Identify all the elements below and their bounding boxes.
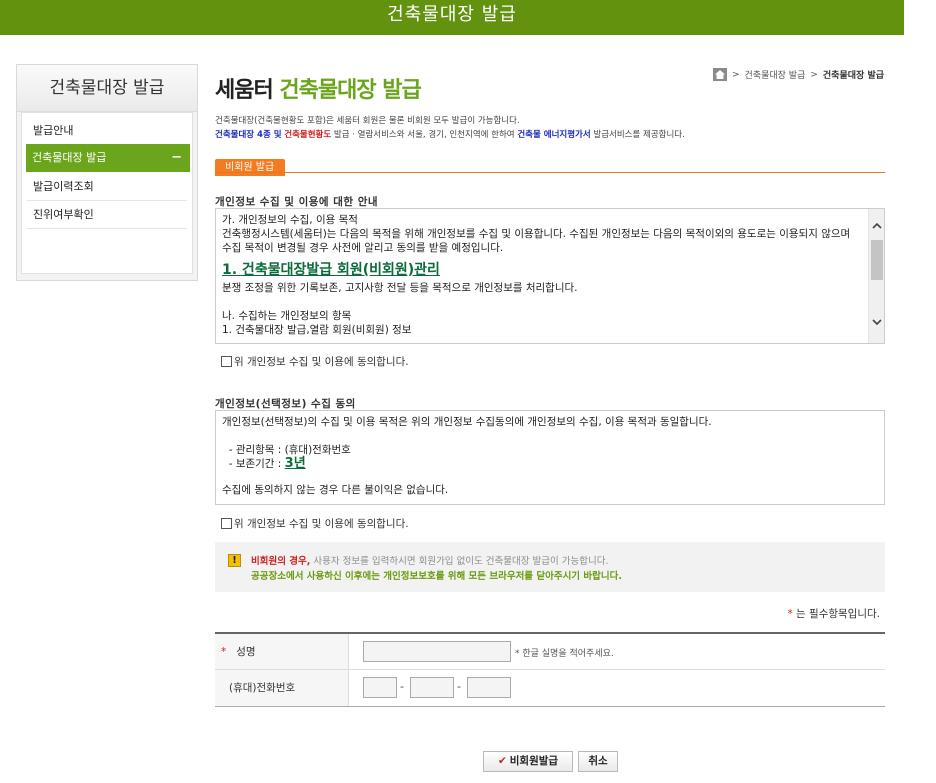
sidebar-item-authenticity[interactable]: 진위여부확인 (27, 201, 187, 229)
privacy-terms-heading: 1. 건축물대장발급 회원(비회원)관리 (222, 262, 440, 278)
notice-line2: 공공장소에서 사용하신 이후에는 개인정보보호를 위해 모든 브라우저를 닫아주… (251, 571, 622, 582)
sidebar-item-issue-history[interactable]: 발급이력조회 (27, 173, 187, 201)
notice-text: 사용자 정보를 입력하시면 회원가입 없이도 건축물대장 발급이 가능합니다. (313, 556, 609, 567)
sidebar: 건축물대장 발급 발급안내 건축물대장 발급 − 발급이력조회 진위여부확인 (16, 64, 198, 281)
tab-divider (215, 172, 885, 173)
breadcrumb-item[interactable]: 건축물대장 발급 (745, 68, 806, 81)
optional-agree-checkbox[interactable] (221, 518, 232, 529)
privacy-terms-text: 가. 개인정보의 수집, 이용 목적 건축행정시스템(세움터)는 다음의 목적을… (222, 214, 851, 254)
required-note-text: 는 필수항목입니다. (796, 608, 880, 620)
breadcrumb-separator: > (731, 69, 740, 80)
phone-input-3[interactable] (467, 677, 511, 698)
breadcrumb-current: 건축물대장 발급 (822, 71, 884, 81)
sidebar-item-label: 발급이력조회 (33, 180, 94, 193)
sidebar-item-label: 건축물대장 발급 (32, 151, 107, 164)
retention-value: 3년 (284, 456, 306, 471)
notice-highlight: 비회원의 경우, (251, 556, 311, 567)
name-hint: * 한글 실명을 적어주세요. (515, 649, 614, 659)
breadcrumb-separator: > (810, 69, 818, 80)
chevron-up-icon[interactable] (869, 219, 884, 235)
user-info-form: * 성명 * 한글 실명을 적어주세요. (휴대)전화번호 - - (215, 632, 885, 707)
desc-highlight: 건축물현황도 (284, 130, 332, 140)
name-input[interactable] (363, 641, 511, 662)
cancel-button[interactable]: 취소 (578, 751, 618, 772)
cancel-label: 취소 (588, 755, 608, 767)
privacy-terms-box[interactable]: 가. 개인정보의 수집, 이용 목적 건축행정시스템(세움터)는 다음의 목적을… (215, 208, 885, 344)
warning-icon: ! (228, 554, 241, 567)
required-star: * (221, 646, 227, 658)
optional-terms-item: - 관리항목 : (휴대)전화번호 (222, 444, 351, 456)
sidebar-title: 건축물대장 발급 (17, 65, 197, 112)
check-icon: ✔ (497, 755, 507, 767)
non-member-issue-button[interactable]: ✔ 비회원발급 (483, 751, 573, 772)
optional-terms-box[interactable]: 개인정보(선택정보)의 수집 및 이용 목적은 위의 개인정보 수집동의에 개인… (215, 410, 885, 505)
sidebar-item-label: 발급안내 (33, 124, 74, 137)
scrollbar-thumb[interactable] (871, 240, 883, 280)
form-row-phone: (휴대)전화번호 - - (215, 670, 885, 706)
phone-label: (휴대)전화번호 (215, 670, 349, 706)
minus-icon: − (171, 150, 182, 165)
optional-agree-label: 위 개인정보 수집 및 이용에 동의합니다. (234, 518, 409, 530)
page-title-prefix: 세움터 (215, 78, 274, 103)
privacy-terms-text: 분쟁 조정을 위한 기록보존, 고지사항 전달 등을 목적으로 개인정보를 처리… (222, 282, 578, 336)
phone-input-2[interactable] (410, 677, 454, 698)
desc-highlight: 건축물대장 4종 및 (215, 130, 282, 140)
optional-agree[interactable]: 위 개인정보 수집 및 이용에 동의합니다. (221, 516, 409, 531)
desc-highlight: 건축물 에너지평가서 (517, 130, 591, 140)
notice-box: ! 비회원의 경우, 사용자 정보를 입력하시면 회원가입 없이도 건축물대장 … (215, 542, 885, 592)
optional-terms-text: 수집에 동의하지 않는 경우 다른 불이익은 없습니다. (222, 484, 449, 496)
privacy-agree-label: 위 개인정보 수집 및 이용에 동의합니다. (234, 356, 409, 368)
home-icon[interactable] (712, 68, 727, 81)
sidebar-item-register-issue[interactable]: 건축물대장 발급 − (26, 144, 190, 172)
notice-line1: 비회원의 경우, 사용자 정보를 입력하시면 회원가입 없이도 건축물대장 발급… (251, 553, 609, 567)
top-banner-title: 건축물대장 발급 (387, 4, 517, 25)
privacy-section-title: 개인정보 수집 및 이용에 대한 안내 (215, 196, 379, 208)
phone-dash: - (400, 680, 404, 693)
privacy-agree-checkbox[interactable] (221, 356, 232, 367)
sidebar-item-issue-guide[interactable]: 발급안내 (27, 117, 187, 145)
scrollbar[interactable] (868, 209, 884, 343)
page-title-accent: 건축물대장 발급 (279, 78, 421, 103)
name-label: * 성명 (215, 634, 349, 669)
optional-terms-item: - 보존기간 : 3년 (222, 457, 878, 471)
form-row-name: * 성명 * 한글 실명을 적어주세요. (215, 634, 885, 670)
phone-dash: - (457, 680, 461, 693)
chevron-down-icon[interactable] (869, 315, 884, 331)
desc-text: 발급서비스를 제공합니다. (593, 130, 685, 140)
sidebar-item-label: 진위여부확인 (33, 208, 94, 221)
top-banner: 건축물대장 발급 (0, 0, 904, 35)
tab-non-member-issue[interactable]: 비회원 발급 (215, 159, 285, 176)
required-star: * (787, 608, 793, 620)
page-title: 세움터 건축물대장 발급 (215, 72, 422, 104)
phone-input-1[interactable] (363, 677, 397, 698)
retention-label: - 보존기간 : (222, 458, 285, 470)
non-member-issue-label: 비회원발급 (509, 755, 559, 767)
page-description: 건축물대장(건축물현황도 포함)은 세움터 회원은 물론 비회원 모두 발급이 … (215, 116, 520, 126)
optional-section-title: 개인정보(선택정보) 수집 동의 (215, 398, 356, 410)
required-note: * 는 필수항목입니다. (787, 606, 880, 621)
name-label-text: 성명 (236, 646, 256, 658)
optional-terms-text: 개인정보(선택정보)의 수집 및 이용 목적은 위의 개인정보 수집동의에 개인… (222, 416, 712, 428)
desc-text: 발급 · 열람서비스와 서울, 경기, 인천지역에 한하여 (333, 130, 515, 140)
privacy-agree[interactable]: 위 개인정보 수집 및 이용에 동의합니다. (221, 354, 409, 369)
breadcrumb: > 건축물대장 발급 > 건축물대장 발급 (712, 68, 884, 81)
page-description-services: 건축물대장 4종 및 건축물현황도 발급 · 열람서비스와 서울, 경기, 인천… (215, 128, 685, 140)
